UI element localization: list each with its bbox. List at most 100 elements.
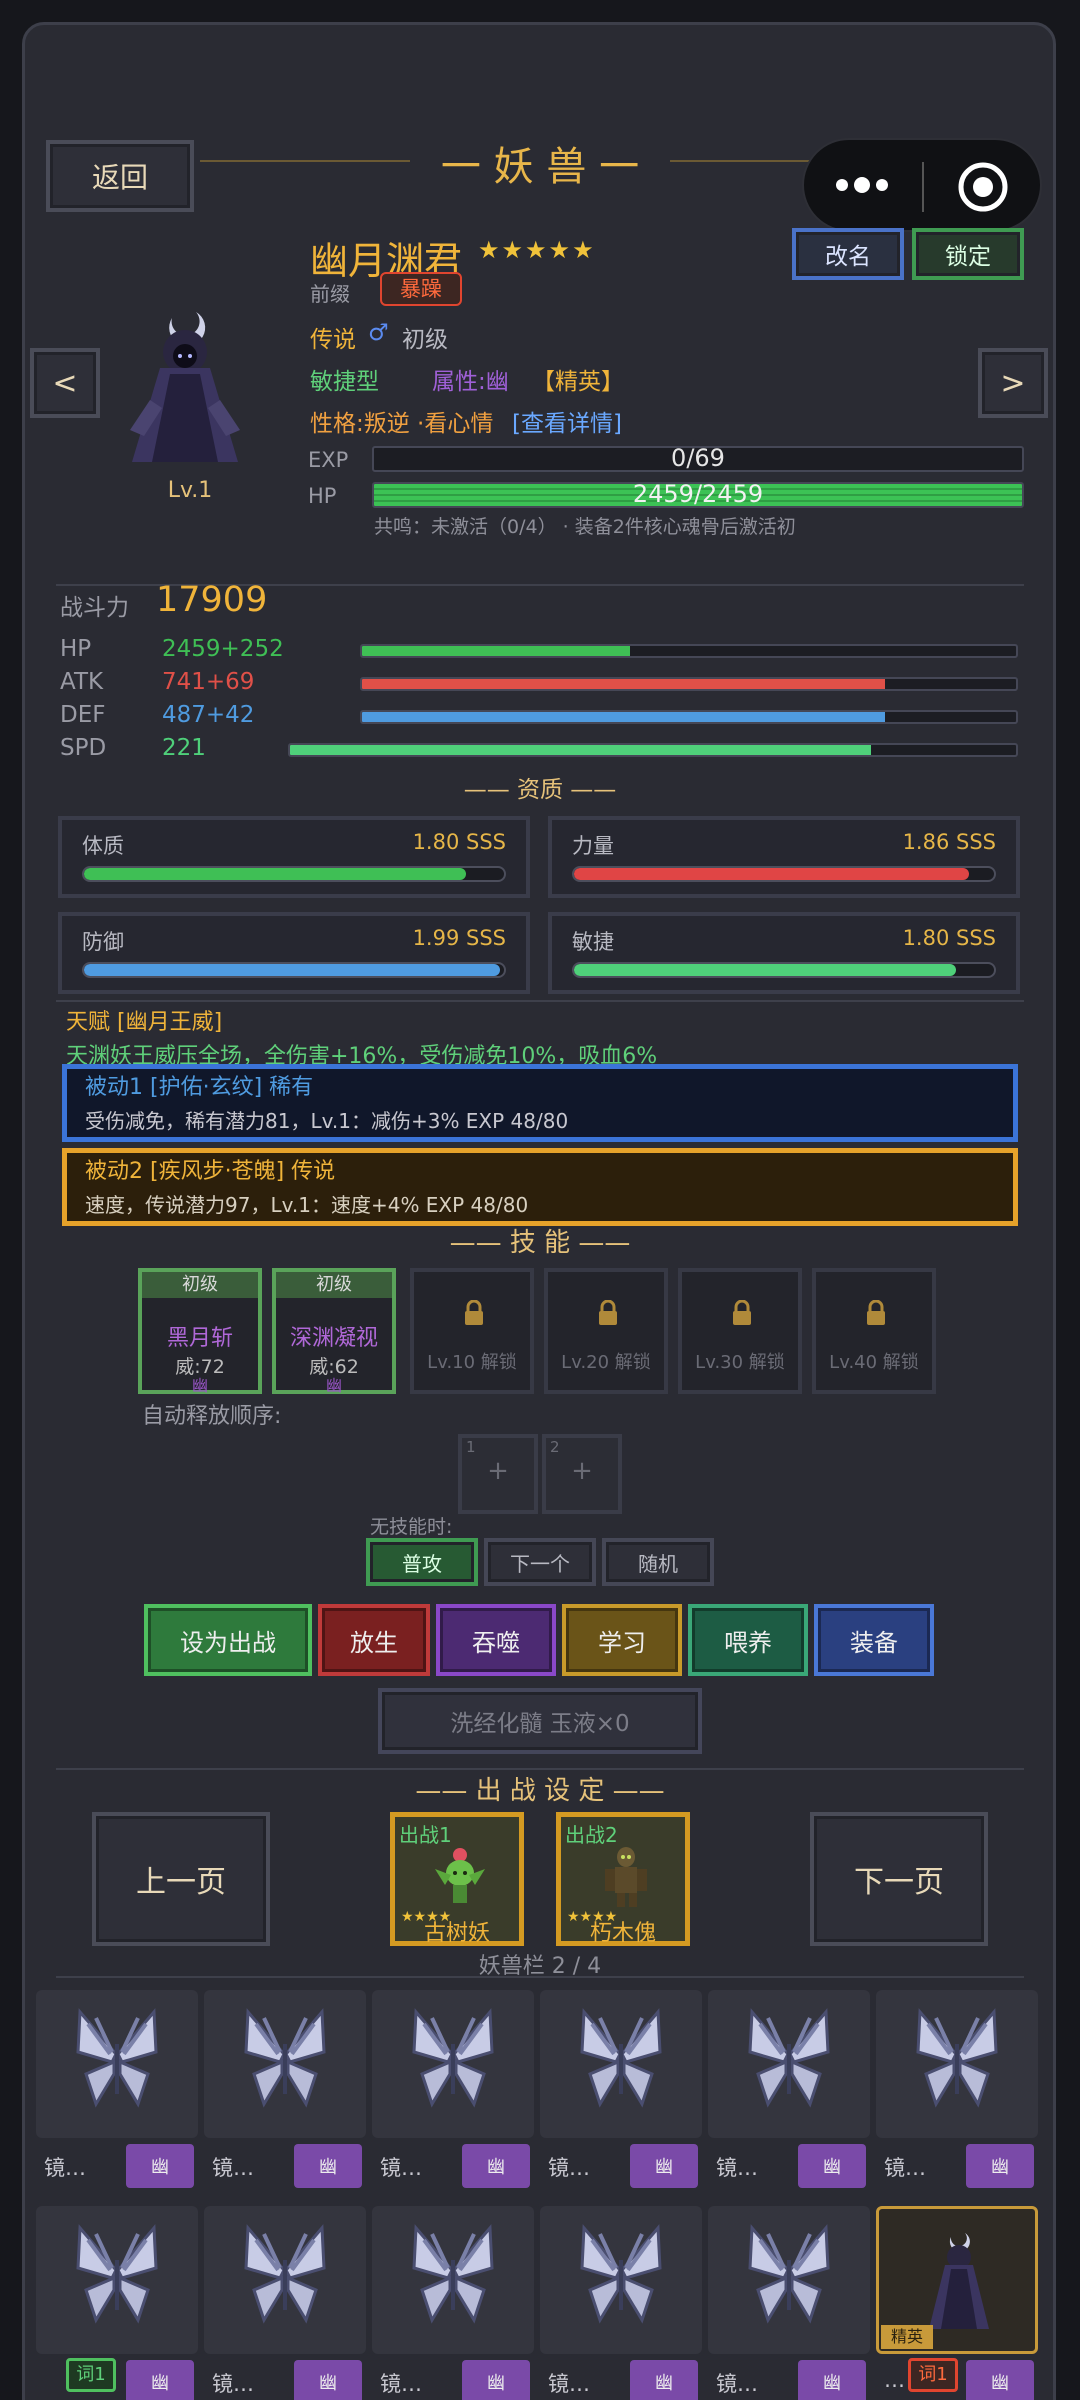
resonance-text: 共鸣：未激活（0/4） · 装备2件核心魂骨后激活初	[374, 516, 796, 538]
equip-label: 装备	[850, 1628, 898, 1657]
monster-card[interactable]	[708, 2206, 870, 2354]
aptitude-bar-0	[82, 866, 506, 882]
elite-badge: 精英	[881, 2325, 933, 2349]
element-badge: 幽	[462, 2144, 530, 2188]
power-label: 战斗力	[60, 595, 129, 621]
battle-slot-2[interactable]: 出战2 ★★★★ 朽木傀	[556, 1812, 690, 1946]
personality-label: 性格:叛逆 ·看心情	[310, 411, 494, 437]
element-badge: 幽	[126, 2360, 194, 2400]
battle-slot-1[interactable]: 出战1 ★★★★ 古树妖	[390, 1812, 524, 1946]
page-title: 一 妖 兽 一	[440, 144, 640, 190]
release-label: 放生	[350, 1628, 398, 1657]
set-battle-button[interactable]: 设为出战	[144, 1604, 312, 1676]
monster-card[interactable]	[540, 2206, 702, 2354]
battle-slot-1-name: 古树妖	[423, 1921, 490, 1946]
prev-monster-button[interactable]: <	[30, 348, 100, 418]
hp-text: 2459/2459	[632, 480, 764, 508]
passive-2-desc: 速度，传说潜力97，Lv.1：速度+4% EXP 48/80	[85, 1193, 529, 1217]
release-button[interactable]: 放生	[318, 1604, 430, 1676]
selected-monster-thumb	[919, 2221, 999, 2331]
devour-button[interactable]: 吞噬	[436, 1604, 556, 1676]
aptitude-name-2: 防御	[82, 930, 124, 954]
no-skill-random-button[interactable]: 随机	[602, 1538, 714, 1586]
order-slot-2[interactable]: 2 +	[542, 1434, 622, 1514]
type-label: 敏捷型	[310, 369, 379, 395]
passive-1-box: 被动1 [护佑·玄纹] 稀有 受伤减免，稀有潜力81，Lv.1：减伤+3% EX…	[62, 1064, 1018, 1142]
element-badge: 幽	[630, 2144, 698, 2188]
stat-bar-fill-2	[362, 712, 886, 722]
skill-card-0[interactable]: 初级 黑月斩 威:72 幽	[138, 1268, 262, 1395]
locked-skill-text-2: Lv.30 解锁	[695, 1352, 785, 1373]
monster-card[interactable]	[708, 1990, 870, 2138]
target-icon[interactable]	[956, 160, 1010, 214]
no-skill-next-button[interactable]: 下一个	[484, 1538, 596, 1586]
stat-value-1: 741+69	[162, 669, 255, 695]
stat-bar-fill-0	[362, 646, 631, 656]
back-label: 返回	[91, 161, 148, 194]
monster-card[interactable]	[204, 1990, 366, 2138]
lock-icon	[462, 1299, 486, 1325]
next-page-button[interactable]: 下一页	[810, 1812, 988, 1946]
monster-card[interactable]	[36, 1990, 198, 2138]
element-badge: 幽	[462, 2360, 530, 2400]
butterfly-icon	[72, 2220, 162, 2330]
stat-bar-3	[288, 743, 1018, 757]
element-badge: 幽	[126, 2144, 194, 2188]
skill-name-1: 深渊凝视	[289, 1326, 378, 1351]
monster-card[interactable]	[876, 1990, 1038, 2138]
monster-card[interactable]	[372, 2206, 534, 2354]
back-button[interactable]: 返回	[46, 140, 194, 212]
skill-grade-1: 初级	[276, 1272, 392, 1298]
passive-2-box: 被动2 [疾风步·苍魄] 传说 速度，传说潜力97，Lv.1：速度+4% EXP…	[62, 1148, 1018, 1226]
passive-1-desc: 受伤减免，稀有潜力81，Lv.1：减伤+3% EXP 48/80	[85, 1109, 569, 1133]
equip-button[interactable]: 装备	[814, 1604, 934, 1676]
monster-card[interactable]: 精英	[876, 2206, 1038, 2354]
butterfly-icon	[240, 2004, 330, 2114]
auto-order-label: 自动释放顺序:	[142, 1404, 282, 1429]
aptitude-box-2: 防御 1.99 SSS	[58, 912, 530, 994]
monster-card[interactable]	[372, 1990, 534, 2138]
lock-button[interactable]: 锁定	[912, 228, 1024, 280]
details-link[interactable]: [查看详情]	[512, 404, 622, 438]
exp-label: EXP	[308, 448, 349, 472]
element-badge: 幽	[294, 2360, 362, 2400]
aptitude-bar-fill-3	[574, 964, 957, 976]
aptitude-title: —— 资质 ——	[463, 777, 617, 803]
monster-name-label: 镜…	[212, 2156, 254, 2180]
monster-card[interactable]	[36, 2206, 198, 2354]
skill-card-1[interactable]: 初级 深渊凝视 威:62 幽	[272, 1268, 396, 1395]
exp-text: 0/69	[671, 444, 725, 472]
element-badge: 幽	[798, 2144, 866, 2188]
aptitude-bar-fill-2	[84, 964, 500, 976]
no-skill-attack-button[interactable]: 普攻	[366, 1538, 478, 1586]
word-tag: 词1	[66, 2358, 116, 2392]
element-badge: 幽	[966, 2360, 1034, 2400]
more-dots-icon[interactable]	[832, 170, 892, 200]
word-tag: 词1	[908, 2358, 958, 2392]
aptitude-bar-fill-0	[84, 868, 467, 880]
monster-name-label: 镜…	[212, 2372, 254, 2396]
learn-button[interactable]: 学习	[562, 1604, 682, 1676]
feed-button[interactable]: 喂养	[688, 1604, 808, 1676]
learn-label: 学习	[598, 1628, 646, 1657]
element-badge: 幽	[966, 2144, 1034, 2188]
prev-page-button[interactable]: 上一页	[92, 1812, 270, 1946]
aptitude-name-3: 敏捷	[572, 930, 614, 954]
monster-name-label: 镜…	[716, 2156, 758, 2180]
order-slot-1[interactable]: 1 +	[458, 1434, 538, 1514]
lock-icon	[596, 1299, 620, 1325]
aptitude-value-1: 1.86 SSS	[902, 830, 996, 854]
locked-skill-slot-1: Lv.20 解锁	[544, 1268, 668, 1394]
stat-value-3: 221	[162, 735, 206, 761]
rank-label: 传说	[310, 327, 356, 353]
stat-label-1: ATK	[60, 669, 104, 695]
next-monster-button[interactable]: >	[978, 348, 1048, 418]
aptitude-box-1: 力量 1.86 SSS	[548, 816, 1020, 898]
monster-card[interactable]	[540, 1990, 702, 2138]
next-arrow-label: >	[1000, 365, 1026, 401]
refine-button[interactable]: 洗经化髓 玉液×0	[378, 1688, 702, 1754]
wood-puppet-image	[591, 1841, 661, 1911]
monster-card[interactable]	[204, 2206, 366, 2354]
aptitude-value-0: 1.80 SSS	[412, 830, 506, 854]
rename-button[interactable]: 改名	[792, 228, 904, 280]
